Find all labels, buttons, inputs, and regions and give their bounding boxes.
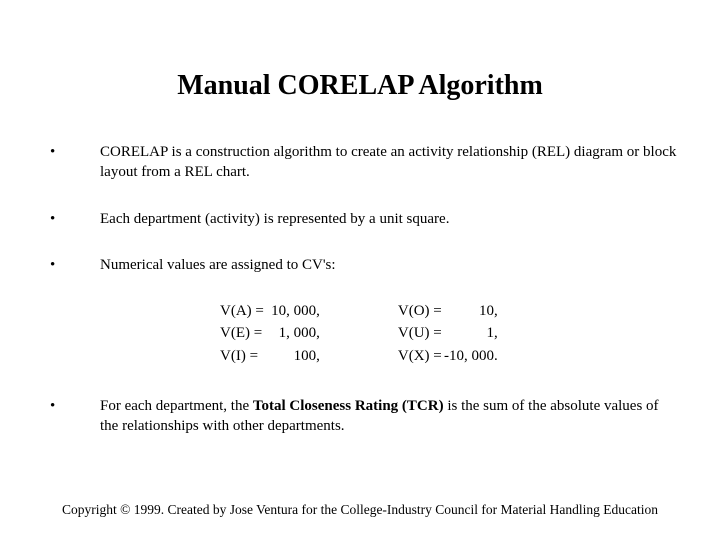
bullet-item: • Each department (activity) is represen… xyxy=(40,209,680,229)
cv-label: V(X) = xyxy=(398,346,444,368)
bullet-item: • For each department, the Total Closene… xyxy=(40,396,680,437)
bullet-text: Each department (activity) is represente… xyxy=(100,209,680,229)
page-title: Manual CORELAP Algorithm xyxy=(40,70,680,102)
table-row: V(I) = 100, V(X) = -10, 000. xyxy=(220,346,512,368)
spacer xyxy=(334,301,398,323)
bullet-list: • CORELAP is a construction algorithm to… xyxy=(40,142,680,436)
bullet-text: CORELAP is a construction algorithm to c… xyxy=(100,142,680,183)
table-row: V(E) = 1, 000, V(U) = 1, xyxy=(220,323,512,345)
slide: Manual CORELAP Algorithm • CORELAP is a … xyxy=(0,0,720,540)
cv-value: 10, xyxy=(444,301,512,323)
cv-value: 100, xyxy=(266,346,334,368)
bullet-marker: • xyxy=(40,396,100,437)
spacer xyxy=(334,323,398,345)
text-span: For each department, the xyxy=(100,398,253,414)
tcr-term: Total Closeness Rating (TCR) xyxy=(253,398,444,414)
copyright-footer: Copyright © 1999. Created by Jose Ventur… xyxy=(0,502,720,518)
bullet-item: • CORELAP is a construction algorithm to… xyxy=(40,142,680,183)
cv-value: 10, 000, xyxy=(266,301,334,323)
cv-value: 1, 000, xyxy=(266,323,334,345)
spacer xyxy=(334,346,398,368)
bullet-text: For each department, the Total Closeness… xyxy=(100,396,680,437)
cv-value: -10, 000. xyxy=(444,346,512,368)
bullet-marker: • xyxy=(40,209,100,229)
bullet-marker: • xyxy=(40,142,100,183)
cv-value: 1, xyxy=(444,323,512,345)
bullet-item: • Numerical values are assigned to CV's: xyxy=(40,255,680,275)
cv-label: V(A) = xyxy=(220,301,266,323)
table-row: V(A) = 10, 000, V(O) = 10, xyxy=(220,301,512,323)
cv-label: V(O) = xyxy=(398,301,444,323)
cv-values-table: V(A) = 10, 000, V(O) = 10, V(E) = 1, 000… xyxy=(220,301,512,368)
cv-label: V(U) = xyxy=(398,323,444,345)
bullet-marker: • xyxy=(40,255,100,275)
cv-values-block: V(A) = 10, 000, V(O) = 10, V(E) = 1, 000… xyxy=(220,301,680,368)
cv-label: V(E) = xyxy=(220,323,266,345)
cv-label: V(I) = xyxy=(220,346,266,368)
bullet-text: Numerical values are assigned to CV's: xyxy=(100,255,680,275)
